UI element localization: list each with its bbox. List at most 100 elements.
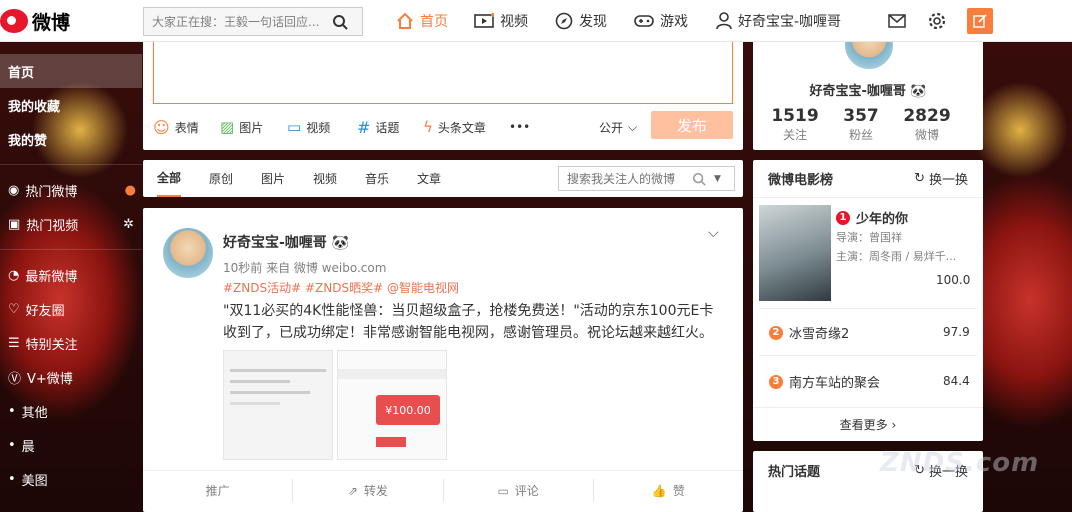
search-icon[interactable]: [332, 14, 348, 30]
sidebar-item-favorites[interactable]: 我的收藏: [0, 88, 142, 122]
divider: [753, 407, 983, 408]
sidebar-item-hot-video[interactable]: ▣ 热门视频 ✲: [0, 207, 142, 241]
topic-button[interactable]: # 话题: [357, 117, 399, 137]
stat-followers[interactable]: 357 粉丝: [823, 106, 899, 143]
thumbs-up-icon: 👍: [651, 483, 667, 498]
sidebar-item-hot-weibo[interactable]: ◉ 热门微博 ●: [0, 173, 142, 207]
sidebar-item-home[interactable]: 首页: [0, 54, 142, 88]
sidebar-item-morning[interactable]: • 晨: [0, 428, 142, 462]
profile-name[interactable]: 好奇宝宝-咖喱哥 🐼: [753, 80, 983, 99]
brand-name: 微博: [32, 11, 71, 34]
post-meta: 10秒前 来自 微博 weibo.com: [223, 261, 387, 275]
post-author[interactable]: 好奇宝宝-咖喱哥 🐼: [223, 232, 349, 252]
weibo-logo-icon: [0, 9, 28, 33]
fire-icon: ◉: [8, 182, 20, 198]
nav-game[interactable]: 游戏: [634, 0, 688, 42]
movie-item-2[interactable]: 2 冰雪奇缘2: [769, 323, 849, 342]
post-image-2[interactable]: ¥100.00: [337, 350, 447, 460]
nav-user[interactable]: 好奇宝宝-咖喱哥: [716, 0, 841, 42]
dropdown-arrow-icon[interactable]: ▼: [714, 174, 721, 184]
movie-item-1[interactable]: 1 少年的你: [836, 208, 908, 227]
nav-home[interactable]: 首页: [396, 0, 448, 42]
list-icon: ☰: [8, 335, 20, 351]
more-tools-button[interactable]: •••: [509, 117, 530, 137]
search-box: [143, 7, 363, 36]
image-icon: ▨: [220, 118, 235, 136]
movie-rank-header: 微博电影榜 ↻ 换一换: [753, 160, 983, 198]
visibility-select[interactable]: 公开 ⌵: [599, 117, 637, 137]
sidebar-item-likes[interactable]: 我的赞: [0, 122, 142, 156]
feed-search-input[interactable]: [567, 171, 692, 186]
video-icon: [474, 13, 494, 28]
promote-button[interactable]: 推广: [143, 479, 294, 502]
badge-icon: 🐼: [910, 84, 927, 99]
nav-video-label: 视频: [500, 14, 528, 30]
post-image-1[interactable]: [223, 350, 333, 460]
stat-posts[interactable]: 2829 微博: [889, 106, 965, 143]
sidebar-item-special[interactable]: ☰ 特别关注: [0, 326, 142, 360]
post-avatar[interactable]: [163, 228, 213, 278]
feed-search-box: ▼: [558, 166, 735, 191]
compose-button[interactable]: [967, 8, 993, 34]
weibo-logo[interactable]: 微博: [0, 6, 70, 36]
nav-video[interactable]: 视频: [474, 0, 528, 42]
comment-button[interactable]: ▭ 评论: [444, 479, 594, 502]
movie-director: 导演：曾国祥: [836, 231, 902, 244]
sidebar-item-vplus[interactable]: Ⓥ V+微博: [0, 360, 142, 394]
top-nav: 微博 首页 视频 发现 游戏 好奇宝宝-咖喱哥: [0, 0, 1072, 42]
message-button[interactable]: [885, 9, 909, 33]
sidebar-item-other[interactable]: • 其他: [0, 394, 142, 428]
sidebar-item-photos[interactable]: • 美图: [0, 462, 142, 496]
ecard-amount: ¥100.00: [376, 395, 440, 425]
tab-articles[interactable]: 文章: [417, 160, 441, 197]
tab-original[interactable]: 原创: [209, 160, 233, 197]
left-sidebar: 首页 我的收藏 我的赞 ◉ 热门微博 ● ▣ 热门视频 ✲ ◔ 最新微博 ♡ 好友圈 ☰ 特别…: [0, 54, 142, 496]
settings-button[interactable]: [925, 9, 949, 33]
panda-icon: 🐼: [331, 235, 350, 251]
gear-icon[interactable]: ✲: [123, 217, 134, 232]
tab-images[interactable]: 图片: [261, 160, 285, 197]
dot-icon: •: [8, 403, 16, 419]
movie-poster[interactable]: [759, 205, 831, 301]
nav-user-label: 好奇宝宝-咖喱哥: [738, 14, 842, 30]
smile-icon: ☺: [153, 117, 170, 137]
tab-music[interactable]: 音乐: [365, 160, 389, 197]
repost-button[interactable]: ⇗ 转发: [293, 479, 444, 502]
post-text: "双11必买的4K性能怪兽：当贝超级盒子，抢楼免费送！"活动的京东100元E卡收…: [223, 303, 714, 341]
chevron-down-icon: ⌵: [628, 119, 638, 134]
video-icon: ▭: [287, 118, 302, 136]
movie-item-3[interactable]: 3 南方车站的聚会: [769, 372, 880, 391]
stat-following[interactable]: 1519 关注: [757, 106, 833, 143]
search-input[interactable]: [152, 14, 332, 29]
tab-video[interactable]: 视频: [313, 160, 337, 197]
more-icon: •••: [509, 120, 531, 134]
movie-score-1: 100.0: [936, 273, 971, 287]
sidebar-item-latest[interactable]: ◔ 最新微博: [0, 258, 142, 292]
mail-icon: [888, 14, 906, 28]
sidebar-item-friends[interactable]: ♡ 好友圈: [0, 292, 142, 326]
heart-icon: ♡: [8, 301, 20, 317]
nav-discover[interactable]: 发现: [555, 0, 607, 42]
divider: [759, 355, 977, 356]
search-icon[interactable]: [692, 172, 706, 186]
video-button[interactable]: ▭ 视频: [287, 117, 330, 137]
image-button[interactable]: ▨ 图片: [220, 117, 263, 137]
sidebar-divider: [0, 249, 142, 250]
post-menu-chevron-icon[interactable]: ⌵: [708, 225, 719, 241]
movie-score-3: 84.4: [943, 374, 970, 388]
home-icon: [397, 12, 413, 29]
emoji-button[interactable]: ☺ 表情: [153, 117, 199, 137]
dot-icon: •: [8, 471, 16, 487]
gear-icon: [928, 12, 946, 30]
refresh-icon: ↻: [914, 171, 925, 186]
tab-all[interactable]: 全部: [157, 160, 182, 197]
new-dot-icon: ●: [124, 182, 136, 198]
user-icon: [716, 12, 732, 30]
post-tags[interactable]: #ZNDS活动# #ZNDS晒奖# @智能电视网: [223, 279, 459, 296]
publish-button[interactable]: 发布: [651, 111, 733, 139]
clock-icon: ◔: [8, 267, 20, 283]
movie-more-link[interactable]: 查看更多 ›: [753, 416, 983, 433]
like-button[interactable]: 👍 赞: [594, 479, 743, 502]
article-button[interactable]: ϟ 头条文章: [423, 117, 486, 137]
movie-refresh-button[interactable]: ↻ 换一换: [914, 169, 968, 188]
